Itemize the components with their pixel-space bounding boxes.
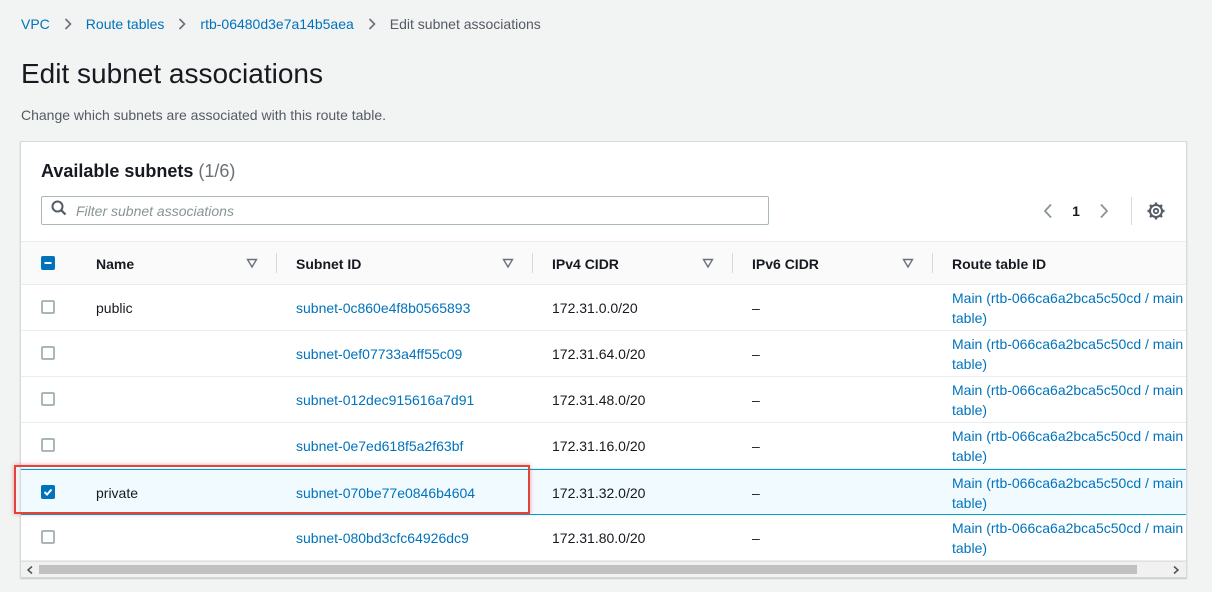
table-row[interactable]: public subnet-0c860e4f8b0565893 172.31.0… (21, 285, 1186, 331)
sort-icon[interactable] (702, 257, 714, 269)
settings-button[interactable] (1145, 200, 1167, 222)
chevron-right-icon (178, 18, 187, 30)
filter-input[interactable] (76, 202, 726, 219)
ipv6-cidr: – (752, 392, 760, 408)
table-row[interactable]: subnet-0ef07733a4ff55c09 172.31.64.0/20 … (21, 331, 1186, 377)
route-table-link[interactable]: Main (rtb-066ca6a2bca5c50cd / main table… (952, 426, 1186, 466)
column-divider[interactable] (932, 253, 933, 273)
gear-icon (1147, 202, 1165, 220)
pagination: 1 (1037, 200, 1115, 222)
subnet-id-link[interactable]: subnet-012dec915616a7d91 (296, 377, 474, 423)
ipv6-cidr: – (752, 530, 760, 546)
ipv4-cidr: 172.31.16.0/20 (552, 438, 646, 454)
subnets-table: Name Subnet ID IPv4 CIDR IPv6 CIDR Route… (21, 241, 1186, 561)
chevron-right-icon (368, 18, 376, 30)
subnet-id-link[interactable]: subnet-070be77e0846b4604 (296, 470, 475, 516)
subnet-id-link[interactable]: subnet-0ef07733a4ff55c09 (296, 331, 462, 377)
row-checkbox[interactable] (41, 300, 55, 314)
pager-divider (1131, 197, 1132, 225)
route-table-link[interactable]: Main (rtb-066ca6a2bca5c50cd / main table… (952, 288, 1186, 328)
scroll-left-arrow-icon[interactable] (25, 565, 35, 575)
table-row[interactable]: subnet-080bd3cfc64926dc9 172.31.80.0/20 … (21, 515, 1186, 561)
next-page-button[interactable] (1093, 200, 1115, 222)
breadcrumb-current: Edit subnet associations (389, 16, 541, 32)
route-table-link[interactable]: Main (rtb-066ca6a2bca5c50cd / main table… (952, 334, 1186, 374)
checkmark-icon (43, 488, 53, 496)
column-header-ipv4-cidr[interactable]: IPv4 CIDR (552, 242, 619, 285)
table-row-selected[interactable]: private subnet-070be77e0846b4604 172.31.… (21, 469, 1186, 516)
current-page-number[interactable]: 1 (1059, 203, 1093, 219)
route-table-link[interactable]: Main (rtb-066ca6a2bca5c50cd / main table… (952, 380, 1186, 420)
column-header-subnet-id[interactable]: Subnet ID (296, 242, 361, 285)
breadcrumb-vpc[interactable]: VPC (21, 16, 50, 32)
column-divider[interactable] (732, 253, 733, 273)
select-all-checkbox[interactable] (41, 256, 55, 270)
sort-icon[interactable] (246, 257, 258, 269)
table-header: Name Subnet ID IPv4 CIDR IPv6 CIDR Route… (21, 241, 1186, 285)
row-checkbox[interactable] (41, 346, 55, 360)
available-subnets-panel: Available subnets (1/6) 1 (20, 141, 1187, 578)
table-row[interactable]: subnet-012dec915616a7d91 172.31.48.0/20 … (21, 377, 1186, 423)
subnet-name: public (96, 300, 133, 316)
subnet-id-link[interactable]: subnet-080bd3cfc64926dc9 (296, 515, 469, 561)
column-divider[interactable] (532, 253, 533, 273)
subnet-id-link[interactable]: subnet-0c860e4f8b0565893 (296, 285, 470, 331)
row-checkbox[interactable] (41, 438, 55, 452)
breadcrumb-route-table-id[interactable]: rtb-06480d3e7a14b5aea (200, 16, 353, 32)
search-icon (51, 200, 67, 221)
panel-title: Available subnets (41, 161, 194, 181)
subnet-id-link[interactable]: subnet-0e7ed618f5a2f63bf (296, 423, 463, 469)
filter-box[interactable] (41, 196, 769, 225)
table-row[interactable]: subnet-0e7ed618f5a2f63bf 172.31.16.0/20 … (21, 423, 1186, 469)
ipv4-cidr: 172.31.48.0/20 (552, 392, 646, 408)
row-checkbox[interactable] (41, 530, 55, 544)
ipv6-cidr: – (752, 346, 760, 362)
page-title: Edit subnet associations (21, 58, 323, 89)
selection-count: (1/6) (198, 161, 236, 181)
column-header-ipv6-cidr[interactable]: IPv6 CIDR (752, 242, 819, 285)
row-checkbox-checked[interactable] (41, 485, 55, 499)
ipv6-cidr: – (752, 300, 760, 316)
breadcrumb-route-tables[interactable]: Route tables (86, 16, 165, 32)
ipv4-cidr: 172.31.64.0/20 (552, 346, 646, 362)
page-description: Change which subnets are associated with… (21, 107, 386, 123)
column-divider[interactable] (276, 253, 277, 273)
ipv4-cidr: 172.31.0.0/20 (552, 300, 638, 316)
ipv4-cidr: 172.31.32.0/20 (552, 485, 646, 501)
chevron-right-icon (1100, 203, 1109, 219)
ipv6-cidr: – (752, 438, 760, 454)
horizontal-scrollbar[interactable] (21, 561, 1186, 577)
sort-icon[interactable] (902, 257, 914, 269)
row-checkbox[interactable] (41, 392, 55, 406)
scrollbar-thumb[interactable] (39, 565, 1137, 574)
subnet-name: private (96, 485, 139, 501)
route-table-link[interactable]: Main (rtb-066ca6a2bca5c50cd / main table… (952, 518, 1186, 558)
chevron-right-icon (64, 18, 72, 30)
previous-page-button[interactable] (1037, 200, 1059, 222)
ipv4-cidr: 172.31.80.0/20 (552, 530, 646, 546)
chevron-left-icon (1043, 203, 1052, 219)
route-table-link[interactable]: Main (rtb-066ca6a2bca5c50cd / main table… (952, 473, 1186, 513)
sort-icon[interactable] (502, 257, 514, 269)
ipv6-cidr: – (752, 485, 760, 501)
column-header-route-table-id[interactable]: Route table ID (952, 242, 1046, 285)
column-header-name[interactable]: Name (96, 242, 134, 285)
panel-header: Available subnets (1/6) (41, 161, 235, 182)
scroll-right-arrow-icon[interactable] (1171, 565, 1181, 575)
breadcrumb: VPC Route tables rtb-06480d3e7a14b5aea E… (21, 16, 541, 32)
